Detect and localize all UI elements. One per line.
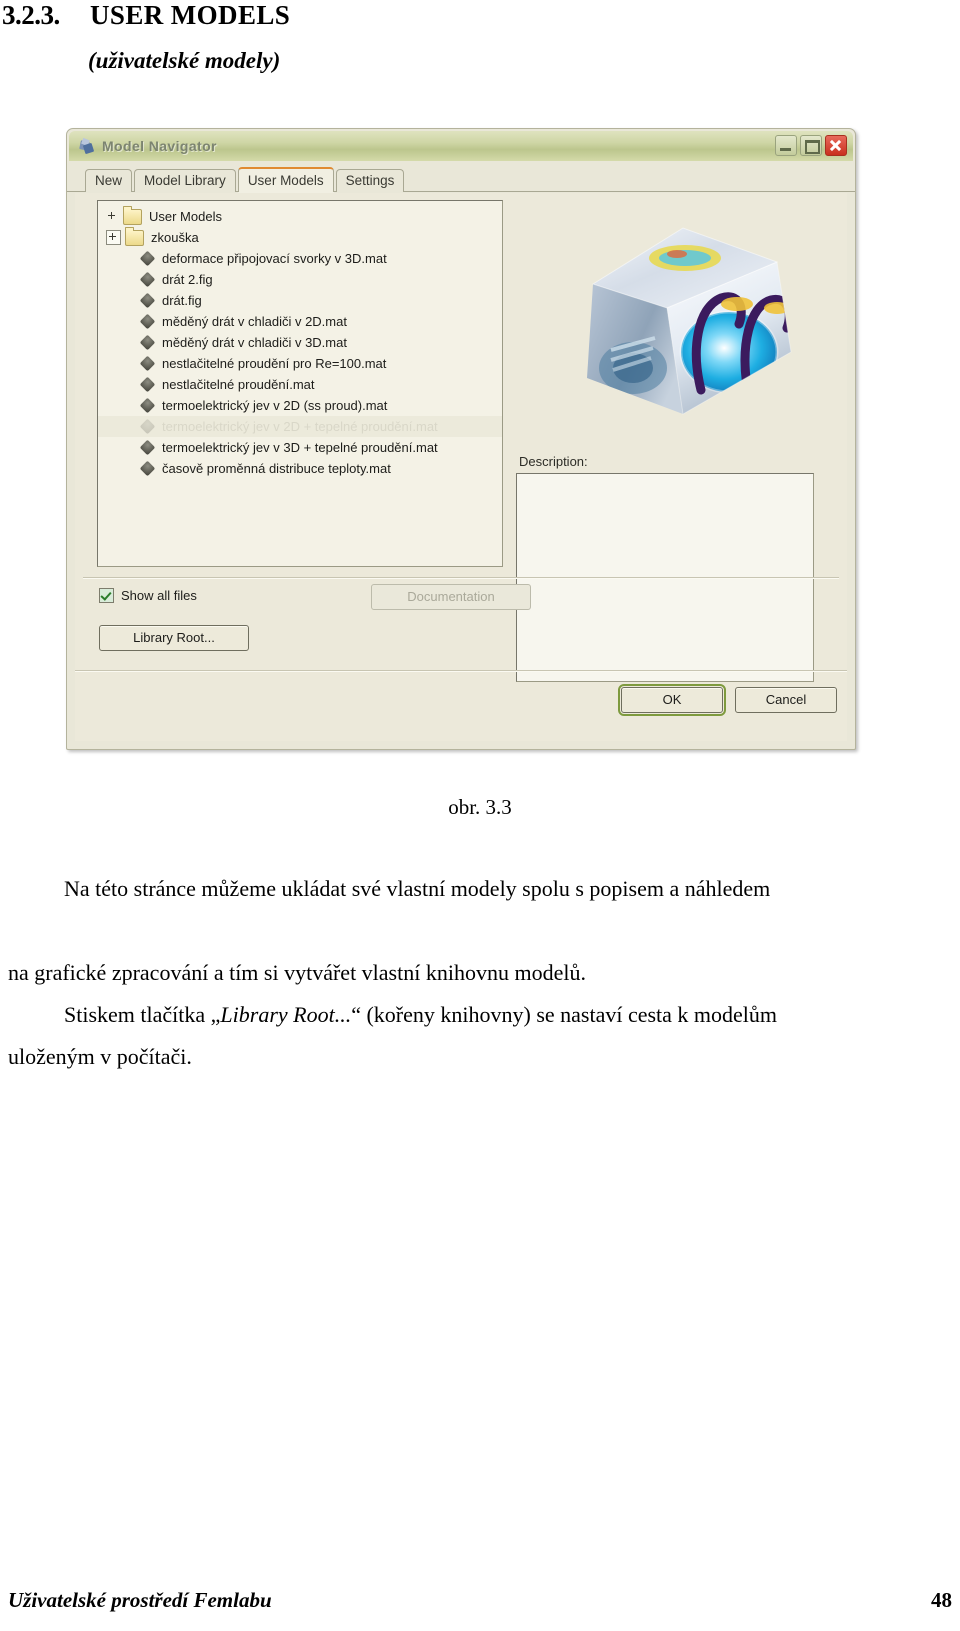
maximize-icon[interactable] (800, 135, 822, 156)
tab-model-library[interactable]: Model Library (134, 169, 236, 192)
tree-item-label: zkouška (151, 229, 199, 245)
divider (75, 670, 847, 672)
femlab-cube-preview (515, 200, 825, 450)
page-footer: Uživatelské prostředí Femlabu 48 (0, 1588, 960, 1613)
dialog-body: User Models zkouška deformace připojovac… (75, 193, 847, 741)
model-file-icon (139, 439, 156, 456)
tree-item-label: deformace připojovací svorky v 3D.mat (162, 250, 387, 266)
paragraph-2-line-2: uloženým v počítači. (8, 1044, 192, 1069)
library-root-button[interactable]: Library Root... (99, 625, 249, 651)
window-controls (775, 135, 847, 156)
ok-button[interactable]: OK (618, 684, 726, 716)
model-file-icon (139, 376, 156, 393)
model-file-icon (139, 313, 156, 330)
window-title: Model Navigator (102, 138, 217, 154)
model-navigator-window: Model Navigator New Model Library User M… (66, 128, 856, 750)
tree-item-label: drát 2.fig (162, 271, 213, 287)
model-file-icon (139, 460, 156, 477)
tree-row[interactable]: drát.fig (98, 290, 502, 311)
tab-new[interactable]: New (85, 169, 133, 192)
tree-row-selected[interactable]: termoelektrický jev v 2D + tepelné proud… (98, 416, 502, 437)
folder-icon (123, 205, 142, 225)
dialog-tabs: New Model Library User Models Settings (67, 167, 855, 192)
show-all-files-label: Show all files (121, 588, 197, 603)
page-heading: 3.2.3. USER MODELS (uživatelské modely) (0, 0, 960, 74)
cube-image (587, 227, 792, 415)
model-file-icon (139, 250, 156, 267)
figure-model-navigator: Model Navigator New Model Library User M… (66, 128, 856, 750)
tab-settings[interactable]: Settings (335, 169, 405, 192)
model-navigator-icon (78, 137, 95, 155)
footer-text: Uživatelské prostředí Femlabu (8, 1588, 272, 1612)
tree-row[interactable]: časově proměnná distribuce teploty.mat (98, 458, 502, 479)
model-file-icon (139, 418, 156, 435)
model-file-icon (139, 355, 156, 372)
paragraph-1-line-2: na grafické zpracování a tím si vytvářet… (8, 960, 586, 985)
paragraph-2: Stiskem tlačítka „Library Root...“ (koře… (8, 994, 920, 1077)
model-file-icon (139, 292, 156, 309)
paragraph-1: Na této stránce můžeme ukládat své vlast… (8, 868, 920, 909)
show-all-files-checkbox[interactable]: Show all files (99, 588, 197, 603)
minimize-icon[interactable] (775, 135, 797, 156)
tree-row[interactable]: měděný drát v chladiči v 2D.mat (98, 311, 502, 332)
description-label: Description: (519, 454, 588, 469)
model-file-icon (139, 334, 156, 351)
tree-item-label: termoelektrický jev v 3D + tepelné proud… (162, 439, 438, 455)
tree-item-label: nestlačitelné proudění.mat (162, 376, 315, 392)
checkbox-checked-icon[interactable] (99, 588, 114, 603)
folder-icon (125, 226, 144, 246)
cancel-button[interactable]: Cancel (735, 687, 837, 713)
tree-row[interactable]: termoelektrický jev v 2D (ss proud).mat (98, 395, 502, 416)
tree-row[interactable]: termoelektrický jev v 3D + tepelné proud… (98, 437, 502, 458)
heading-subtitle: (uživatelské modely) (88, 48, 281, 73)
tree-item-label: měděný drát v chladiči v 3D.mat (162, 334, 347, 350)
tree-item-label: User Models (149, 208, 222, 224)
tab-user-models[interactable]: User Models (237, 167, 334, 192)
tree-item-label: nestlačitelné proudění pro Re=100.mat (162, 355, 387, 371)
dialog-actions: OK Cancel (618, 684, 837, 716)
paragraph-2-italic: Library Root... (220, 1002, 352, 1027)
tree-row[interactable]: zkouška (98, 226, 502, 248)
close-icon[interactable] (825, 135, 847, 156)
tree-row[interactable]: nestlačitelné proudění.mat (98, 374, 502, 395)
expander-placeholder-icon (106, 210, 119, 223)
tree-row[interactable]: User Models (98, 205, 502, 227)
tree-row[interactable]: deformace připojovací svorky v 3D.mat (98, 248, 502, 269)
page-number: 48 (931, 1588, 952, 1612)
divider (83, 577, 839, 579)
paragraph-2-before: Stiskem tlačítka „ (64, 1002, 221, 1027)
paragraph-1-cont: na grafické zpracování a tím si vytvářet… (8, 952, 920, 993)
expand-plus-icon[interactable] (106, 230, 121, 245)
tree-row[interactable]: drát 2.fig (98, 269, 502, 290)
tree-row[interactable]: měděný drát v chladiči v 3D.mat (98, 332, 502, 353)
paragraph-2-after: “ (kořeny knihovny) se nastaví cesta k m… (351, 1002, 778, 1027)
tree-item-label: drát.fig (162, 292, 202, 308)
tree-item-label: časově proměnná distribuce teploty.mat (162, 460, 391, 476)
window-titlebar[interactable]: Model Navigator (69, 131, 853, 161)
page-title: USER MODELS (90, 0, 291, 30)
model-file-icon (139, 397, 156, 414)
user-models-tree[interactable]: User Models zkouška deformace připojovac… (97, 200, 503, 567)
tree-item-label: termoelektrický jev v 2D + tepelné proud… (162, 418, 438, 434)
heading-number: 3.2.3. (2, 0, 60, 30)
model-file-icon (139, 271, 156, 288)
tree-row[interactable]: nestlačitelné proudění pro Re=100.mat (98, 353, 502, 374)
tree-item-label: termoelektrický jev v 2D (ss proud).mat (162, 397, 388, 413)
paragraph-1-line-1: Na této stránce můžeme ukládat své vlast… (64, 876, 771, 901)
tree-item-label: měděný drát v chladiči v 2D.mat (162, 313, 347, 329)
figure-caption: obr. 3.3 (448, 795, 512, 819)
documentation-button[interactable]: Documentation (371, 584, 531, 610)
